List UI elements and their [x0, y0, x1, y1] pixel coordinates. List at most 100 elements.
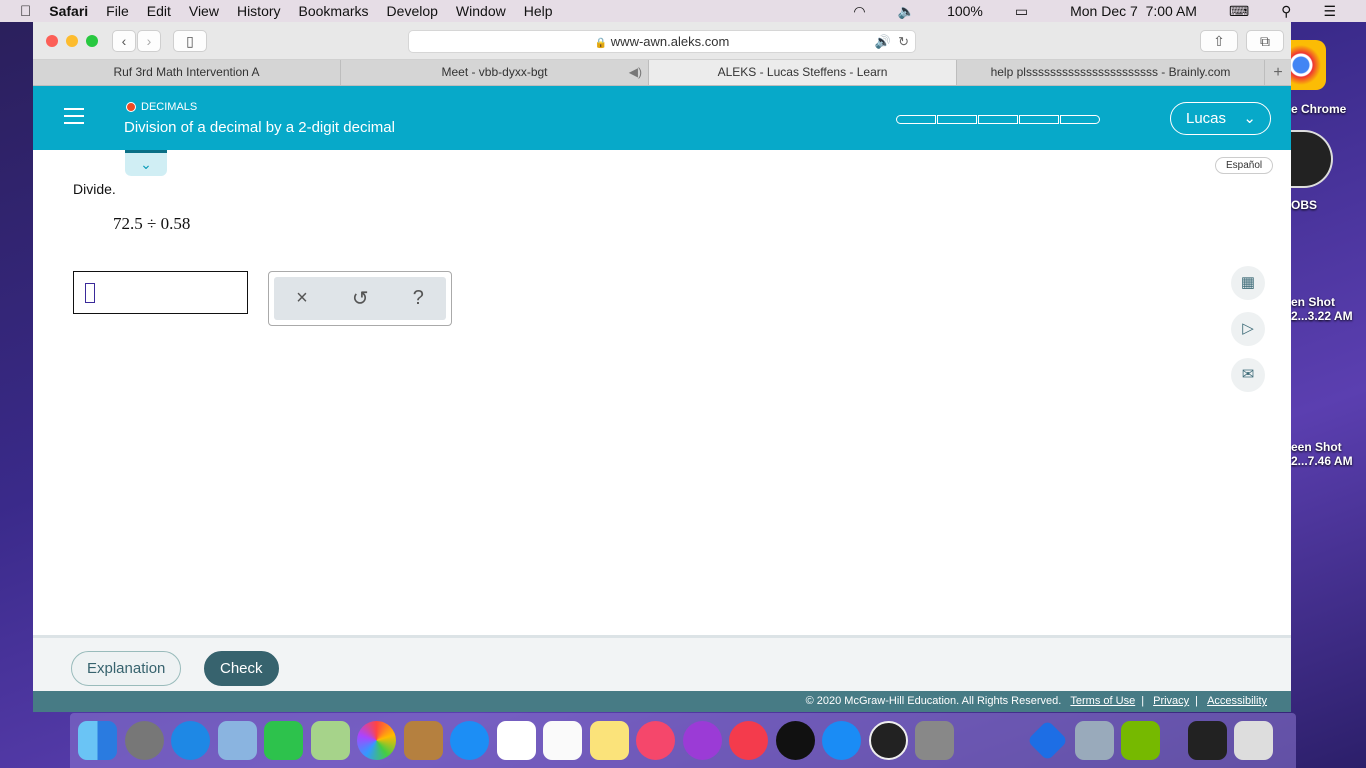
spotlight-icon[interactable]: ⚲: [1281, 3, 1291, 20]
safari-icon[interactable]: [171, 721, 210, 760]
new-tab-button[interactable]: +: [1265, 60, 1291, 85]
menu-icon[interactable]: [64, 108, 84, 124]
address-bar[interactable]: 🔒 www-awn.aleks.com 🔊 ↻: [408, 30, 916, 53]
back-button[interactable]: ‹: [112, 30, 136, 52]
zoom-window-button[interactable]: [86, 35, 98, 47]
check-button[interactable]: Check: [204, 651, 279, 686]
screenshot-stack-icon[interactable]: [1187, 721, 1227, 760]
tab-ruf-math[interactable]: Ruf 3rd Math Intervention A: [33, 60, 341, 85]
privacy-link[interactable]: Privacy: [1153, 695, 1189, 707]
obs-icon[interactable]: [868, 721, 908, 760]
contacts-icon[interactable]: [403, 721, 443, 760]
question-prompt: Divide.: [73, 181, 116, 197]
digital-color-meter-icon[interactable]: [982, 721, 1021, 760]
mail-icon[interactable]: ✉: [1231, 358, 1265, 392]
maps-icon[interactable]: [310, 721, 350, 760]
video-icon[interactable]: ▷: [1231, 312, 1265, 346]
launchpad-icon[interactable]: [124, 721, 164, 760]
chevron-down-icon: ⌄: [140, 156, 152, 172]
help-button[interactable]: ?: [413, 287, 424, 310]
volume-icon[interactable]: 🔈: [898, 3, 915, 20]
page-title: Division of a decimal by a 2-digit decim…: [124, 119, 395, 136]
dock: [70, 713, 1296, 768]
calculator-disabled-icon[interactable]: ▦: [1231, 266, 1265, 300]
desktop-screenshot-1-label[interactable]: en Shot 2...3.22 AM: [1291, 295, 1353, 323]
tab-brainly[interactable]: help plssssssssssssssssssssss - Brainly.…: [957, 60, 1265, 85]
apple-icon[interactable]: : [20, 3, 31, 20]
desktop-chrome-label[interactable]: e Chrome: [1291, 102, 1346, 116]
language-toggle[interactable]: Español: [1215, 157, 1274, 174]
clock[interactable]: Mon Dec 7 7:00 AM: [1070, 3, 1197, 19]
menu-develop[interactable]: Develop: [387, 3, 438, 19]
battery-percent[interactable]: 100%: [947, 3, 983, 19]
trash-icon[interactable]: [1234, 721, 1273, 760]
reload-icon[interactable]: ↻: [898, 31, 909, 52]
menu-bookmarks[interactable]: Bookmarks: [299, 3, 369, 19]
user-name: Lucas: [1186, 110, 1227, 127]
undo-button[interactable]: ↺: [352, 286, 369, 311]
menu-view[interactable]: View: [189, 3, 219, 19]
progress-segment: [978, 115, 1018, 124]
bluetooth-icon[interactable]: [1026, 719, 1069, 762]
news-icon[interactable]: [729, 721, 768, 760]
notes-icon[interactable]: [589, 721, 629, 760]
share-button[interactable]: ⇧: [1200, 30, 1238, 52]
wifi-icon[interactable]: ◠: [853, 3, 865, 20]
clear-button[interactable]: ×: [296, 287, 308, 310]
expand-topic-button[interactable]: ⌄: [125, 150, 167, 176]
user-menu-button[interactable]: Lucas ⌄: [1170, 102, 1271, 135]
copyright: © 2020 McGraw-Hill Education. All Rights…: [805, 695, 1062, 707]
finder-icon[interactable]: [78, 721, 117, 760]
app-store-icon[interactable]: [822, 721, 861, 760]
facetime-icon[interactable]: [264, 721, 303, 760]
url-text: www-awn.aleks.com: [610, 34, 730, 49]
menu-window[interactable]: Window: [456, 3, 506, 19]
keyboard-icon[interactable]: ⌨: [1229, 3, 1249, 20]
menu-app[interactable]: Safari: [49, 3, 88, 19]
menu-history[interactable]: History: [237, 3, 281, 19]
minimize-window-button[interactable]: [66, 35, 78, 47]
tab-aleks[interactable]: ALEKS - Lucas Steffens - Learn: [649, 60, 957, 85]
browser-toolbar: ‹ › ▯ 🔒 www-awn.aleks.com 🔊 ↻ ⇧ ⧉: [33, 22, 1291, 60]
terms-link[interactable]: Terms of Use: [1070, 695, 1135, 707]
mail-app-icon[interactable]: [217, 721, 257, 760]
answer-input[interactable]: [73, 271, 248, 314]
progress-segment: [937, 115, 977, 124]
tab-overview-button[interactable]: ⧉: [1246, 30, 1284, 52]
music-icon[interactable]: [636, 721, 675, 760]
menu-bar:  Safari File Edit View History Bookmark…: [0, 0, 1366, 22]
menu-help[interactable]: Help: [524, 3, 553, 19]
calendar-icon[interactable]: [496, 721, 536, 760]
tab-meet[interactable]: Meet - vbb-dyxx-bgt ◀): [341, 60, 649, 85]
notification-center-icon[interactable]: ☰: [1323, 3, 1336, 20]
tab-audio-icon[interactable]: ◀): [629, 60, 642, 85]
accessibility-link[interactable]: Accessibility: [1207, 695, 1267, 707]
chevron-down-icon: ⌄: [1243, 110, 1256, 127]
progress-segment: [1060, 115, 1100, 124]
photos-icon[interactable]: [357, 721, 396, 760]
topic-status-dot: [126, 102, 136, 112]
audio-playing-icon[interactable]: 🔊: [875, 31, 891, 52]
preview-icon[interactable]: [1074, 721, 1114, 760]
system-preferences-icon[interactable]: [915, 721, 954, 760]
messages-icon[interactable]: [450, 721, 489, 760]
close-window-button[interactable]: [46, 35, 58, 47]
sidebar-toggle-icon[interactable]: ▯: [173, 30, 207, 52]
tab-label: Meet - vbb-dyxx-bgt: [441, 65, 548, 79]
menu-edit[interactable]: Edit: [147, 3, 171, 19]
explanation-button[interactable]: Explanation: [71, 651, 182, 686]
apple-tv-icon[interactable]: [775, 721, 815, 760]
desktop-screenshot-2-label[interactable]: een Shot 2...7.46 AM: [1291, 440, 1353, 468]
obs-desktop-icon[interactable]: [1291, 130, 1333, 188]
desktop-obs-label[interactable]: OBS: [1291, 198, 1317, 212]
chrome-desktop-icon[interactable]: [1291, 40, 1326, 90]
progress-segment: [1019, 115, 1059, 124]
nvidia-icon[interactable]: [1121, 721, 1160, 760]
menu-file[interactable]: File: [106, 3, 129, 19]
lock-icon: 🔒: [594, 38, 608, 49]
forward-button[interactable]: ›: [137, 30, 161, 52]
reminders-icon[interactable]: [543, 721, 582, 760]
math-expression: 72.5 ÷ 0.58: [113, 214, 191, 233]
battery-icon[interactable]: ▭: [1015, 3, 1028, 20]
podcasts-icon[interactable]: [682, 721, 722, 760]
